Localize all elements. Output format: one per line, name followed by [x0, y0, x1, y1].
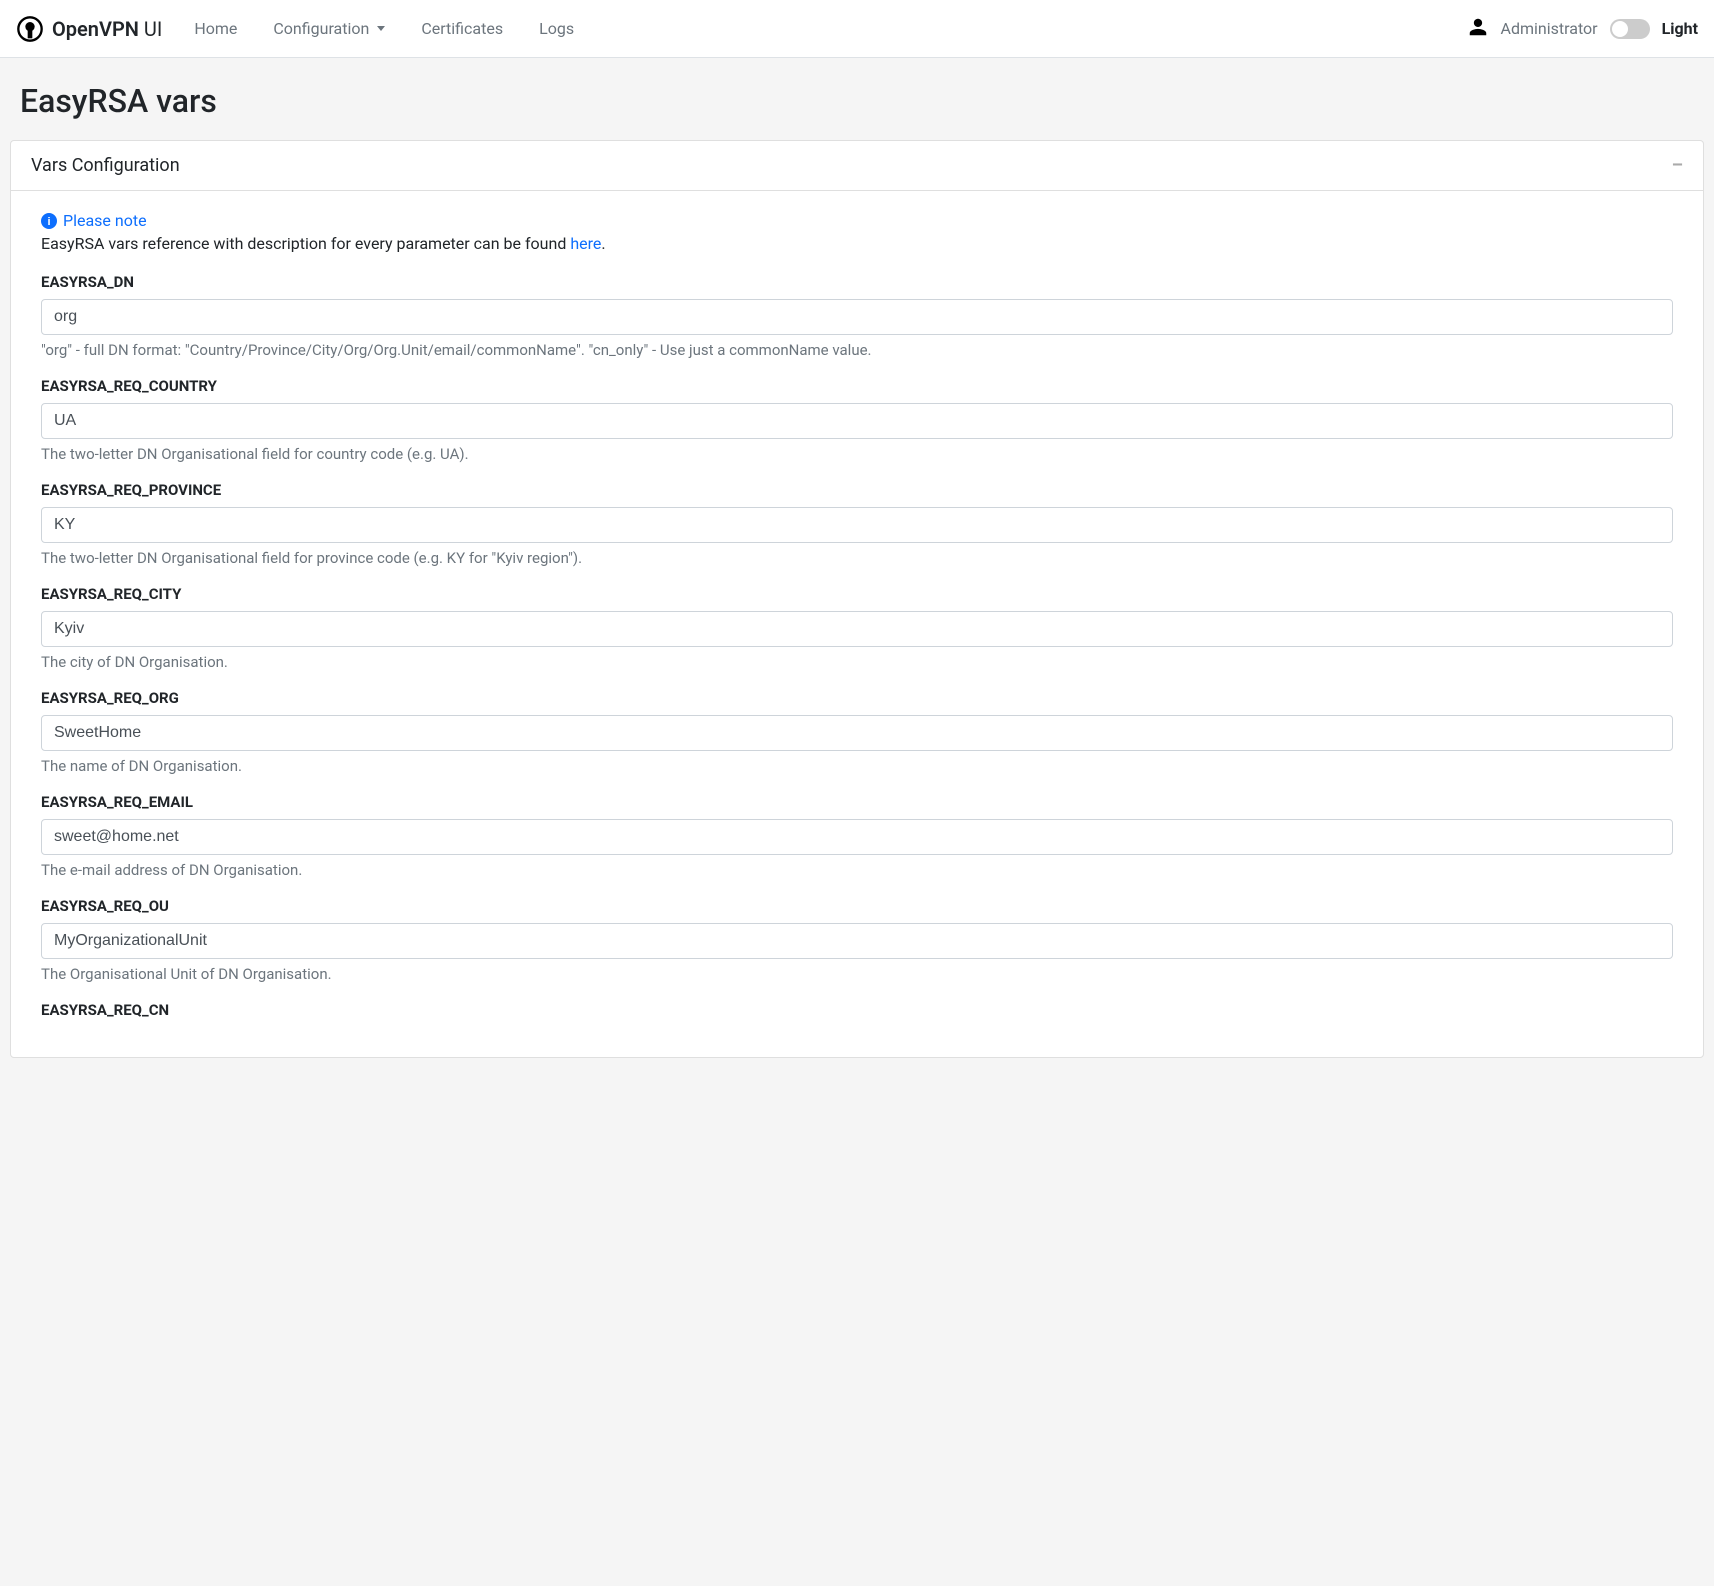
nav-certificates[interactable]: Certificates: [405, 11, 519, 46]
theme-toggle[interactable]: [1610, 19, 1650, 39]
field-cn: EASYRSA_REQ_CN: [41, 1001, 1673, 1019]
collapse-icon[interactable]: –: [1672, 155, 1683, 176]
input-city[interactable]: [41, 611, 1673, 647]
nav-configuration[interactable]: Configuration: [257, 11, 401, 46]
label-city: EASYRSA_REQ_CITY: [41, 585, 1673, 603]
label-dn: EASYRSA_DN: [41, 273, 1673, 291]
user-icon: [1467, 16, 1489, 42]
input-email[interactable]: [41, 819, 1673, 855]
brand-text: OpenVPN UI: [52, 17, 162, 41]
help-province: The two-letter DN Organisational field f…: [41, 549, 1673, 567]
user-name[interactable]: Administrator: [1501, 19, 1598, 38]
openvpn-logo-icon: [16, 15, 44, 43]
note-desc-suffix: .: [601, 234, 605, 253]
nav-logs[interactable]: Logs: [523, 11, 590, 46]
brand[interactable]: OpenVPN UI: [16, 15, 162, 43]
label-province: EASYRSA_REQ_PROVINCE: [41, 481, 1673, 499]
help-ou: The Organisational Unit of DN Organisati…: [41, 965, 1673, 983]
label-country: EASYRSA_REQ_COUNTRY: [41, 377, 1673, 395]
help-dn: "org" - full DN format: "Country/Provinc…: [41, 341, 1673, 359]
label-email: EASYRSA_REQ_EMAIL: [41, 793, 1673, 811]
input-ou[interactable]: [41, 923, 1673, 959]
help-org: The name of DN Organisation.: [41, 757, 1673, 775]
input-country[interactable]: [41, 403, 1673, 439]
note-block: i Please note EasyRSA vars reference wit…: [41, 211, 1673, 253]
help-city: The city of DN Organisation.: [41, 653, 1673, 671]
navbar: OpenVPN UI Home Configuration Certificat…: [0, 0, 1714, 58]
note-desc: EasyRSA vars reference with description …: [41, 234, 1673, 253]
note-title-line: i Please note: [41, 211, 1673, 230]
input-org[interactable]: [41, 715, 1673, 751]
label-org: EASYRSA_REQ_ORG: [41, 689, 1673, 707]
field-city: EASYRSA_REQ_CITY The city of DN Organisa…: [41, 585, 1673, 671]
note-title: Please note: [63, 211, 147, 230]
field-province: EASYRSA_REQ_PROVINCE The two-letter DN O…: [41, 481, 1673, 567]
field-ou: EASYRSA_REQ_OU The Organisational Unit o…: [41, 897, 1673, 983]
theme-label: Light: [1662, 19, 1698, 38]
card-title: Vars Configuration: [31, 155, 180, 176]
page-title: EasyRSA vars: [0, 58, 1714, 140]
note-desc-prefix: EasyRSA vars reference with description …: [41, 234, 570, 253]
vars-card: Vars Configuration – i Please note EasyR…: [10, 140, 1704, 1058]
label-cn: EASYRSA_REQ_CN: [41, 1001, 1673, 1019]
nav-configuration-label: Configuration: [273, 19, 369, 38]
toggle-knob: [1612, 21, 1628, 37]
card-header: Vars Configuration –: [11, 141, 1703, 191]
input-dn[interactable]: [41, 299, 1673, 335]
help-country: The two-letter DN Organisational field f…: [41, 445, 1673, 463]
note-link[interactable]: here: [570, 234, 601, 253]
card-body: i Please note EasyRSA vars reference wit…: [11, 191, 1703, 1057]
nav-home[interactable]: Home: [178, 11, 253, 46]
chevron-down-icon: [377, 26, 385, 31]
help-email: The e-mail address of DN Organisation.: [41, 861, 1673, 879]
label-ou: EASYRSA_REQ_OU: [41, 897, 1673, 915]
nav-links: Home Configuration Certificates Logs: [178, 11, 1466, 46]
field-dn: EASYRSA_DN "org" - full DN format: "Coun…: [41, 273, 1673, 359]
field-country: EASYRSA_REQ_COUNTRY The two-letter DN Or…: [41, 377, 1673, 463]
field-email: EASYRSA_REQ_EMAIL The e-mail address of …: [41, 793, 1673, 879]
input-province[interactable]: [41, 507, 1673, 543]
navbar-right: Administrator Light: [1467, 16, 1698, 42]
svg-text:i: i: [47, 216, 50, 228]
info-icon: i: [41, 213, 57, 229]
field-org: EASYRSA_REQ_ORG The name of DN Organisat…: [41, 689, 1673, 775]
